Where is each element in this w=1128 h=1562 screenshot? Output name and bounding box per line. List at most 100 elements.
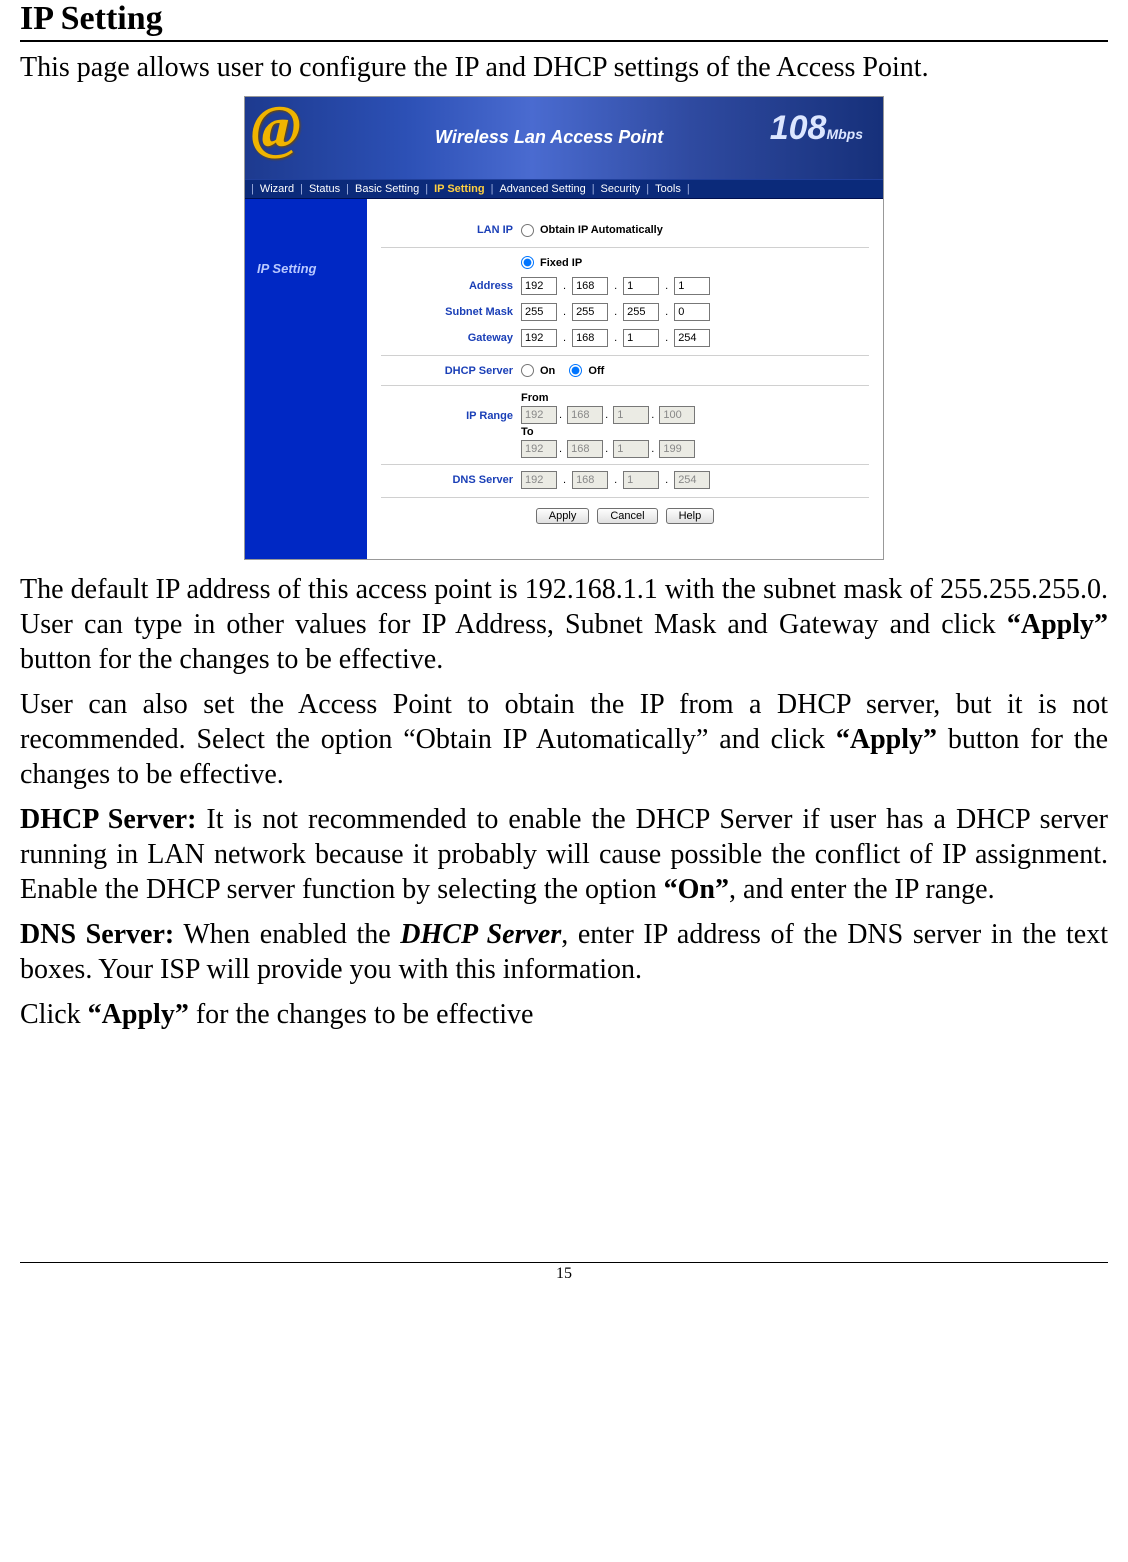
from-oct4: [659, 406, 695, 424]
fixed-ip-label: Fixed IP: [540, 257, 582, 269]
p5b: “Apply”: [88, 999, 189, 1030]
config-screenshot: @ Wireless Lan Access Point 108Mbps | Wi…: [244, 96, 884, 560]
banner: @ Wireless Lan Access Point 108Mbps: [245, 97, 883, 179]
subnet-oct1[interactable]: [521, 303, 557, 321]
p4a: DNS Server:: [20, 919, 174, 950]
paragraph-4: DNS Server: When enabled the DHCP Server…: [20, 917, 1108, 987]
nav-sep: |: [300, 183, 303, 195]
address-label: Address: [381, 280, 521, 292]
nav-status[interactable]: Status: [307, 183, 342, 195]
paragraph-5: Click “Apply” for the changes to be effe…: [20, 997, 1108, 1032]
from-oct1: [521, 406, 557, 424]
paragraph-1: The default IP address of this access po…: [20, 572, 1108, 677]
row-gateway: Gateway . . .: [381, 325, 869, 351]
nav-sep: |: [346, 183, 349, 195]
subnet-label: Subnet Mask: [381, 306, 521, 318]
to-oct3: [613, 440, 649, 458]
address-oct1[interactable]: [521, 277, 557, 295]
sidebar-title: IP Setting: [245, 261, 367, 276]
page-title: IP Setting: [20, 0, 1108, 42]
dns-oct2: [572, 471, 608, 489]
address-oct2[interactable]: [572, 277, 608, 295]
dns-oct4: [674, 471, 710, 489]
paragraph-3: DHCP Server: It is not recommended to en…: [20, 802, 1108, 907]
banner-speed: 108Mbps: [770, 109, 863, 148]
form-panel: LAN IP Obtain IP Automatically Fixed IP …: [367, 199, 883, 559]
row-lan-ip: LAN IP Obtain IP Automatically: [381, 217, 869, 243]
nav-sep: |: [687, 183, 690, 195]
obtain-ip-radio[interactable]: [521, 224, 534, 237]
subnet-oct2[interactable]: [572, 303, 608, 321]
address-oct3[interactable]: [623, 277, 659, 295]
lan-ip-label: LAN IP: [381, 224, 521, 236]
nav-security[interactable]: Security: [599, 183, 643, 195]
subnet-oct3[interactable]: [623, 303, 659, 321]
p3d: , and enter the IP range.: [729, 874, 995, 905]
gateway-oct4[interactable]: [674, 329, 710, 347]
fixed-ip-radio[interactable]: [521, 256, 534, 269]
dhcp-off-radio[interactable]: [569, 364, 582, 377]
from-oct2: [567, 406, 603, 424]
nav-ip-setting[interactable]: IP Setting: [432, 183, 487, 195]
nav-tools[interactable]: Tools: [653, 183, 683, 195]
row-dhcp: DHCP Server On Off: [381, 355, 869, 381]
banner-product-text: Wireless Lan Access Point: [435, 127, 663, 148]
p1a: The default IP address of this access po…: [20, 574, 1108, 640]
dns-label: DNS Server: [381, 474, 521, 486]
dhcp-on-label: On: [540, 365, 555, 377]
dns-oct1: [521, 471, 557, 489]
to-oct1: [521, 440, 557, 458]
nav-sep: |: [592, 183, 595, 195]
intro-text: This page allows user to configure the I…: [20, 52, 1108, 84]
nav-basic-setting[interactable]: Basic Setting: [353, 183, 421, 195]
dhcp-on-radio[interactable]: [521, 364, 534, 377]
to-label: To: [521, 426, 869, 438]
page-number: 15: [20, 1263, 1108, 1283]
to-oct4: [659, 440, 695, 458]
speed-number: 108: [770, 109, 827, 147]
content-area: IP Setting LAN IP Obtain IP Automaticall…: [245, 199, 883, 559]
row-address: Address . . .: [381, 273, 869, 299]
address-oct4[interactable]: [674, 277, 710, 295]
row-subnet: Subnet Mask . . .: [381, 299, 869, 325]
help-button[interactable]: Help: [666, 508, 715, 524]
p4c: DHCP Server: [400, 919, 561, 950]
sidebar: IP Setting: [245, 199, 367, 559]
obtain-ip-label: Obtain IP Automatically: [540, 224, 663, 236]
nav-bar: | Wizard | Status | Basic Setting | IP S…: [245, 179, 883, 199]
subnet-oct4[interactable]: [674, 303, 710, 321]
from-oct3: [613, 406, 649, 424]
gateway-oct3[interactable]: [623, 329, 659, 347]
button-row: Apply Cancel Help: [381, 497, 869, 526]
dhcp-label: DHCP Server: [381, 365, 521, 377]
row-iprange: IP Range From . . . To . . .: [381, 385, 869, 460]
dns-oct3: [623, 471, 659, 489]
gateway-oct1[interactable]: [521, 329, 557, 347]
row-fixed-ip: Fixed IP: [381, 247, 869, 273]
row-dns: DNS Server . . .: [381, 464, 869, 491]
nav-sep: |: [425, 183, 428, 195]
nav-sep: |: [251, 183, 254, 195]
p5a: Click: [20, 999, 88, 1030]
to-oct2: [567, 440, 603, 458]
p3a: DHCP Server:: [20, 804, 196, 835]
apply-button[interactable]: Apply: [536, 508, 590, 524]
at-logo-icon: @: [251, 97, 301, 162]
nav-sep: |: [646, 183, 649, 195]
p4b: When enabled the: [174, 919, 400, 950]
nav-advanced-setting[interactable]: Advanced Setting: [497, 183, 587, 195]
cancel-button[interactable]: Cancel: [597, 508, 657, 524]
speed-unit: Mbps: [826, 126, 863, 142]
p5c: for the changes to be effective: [189, 999, 534, 1030]
dhcp-off-label: Off: [588, 365, 604, 377]
paragraph-2: User can also set the Access Point to ob…: [20, 687, 1108, 792]
p2b: “Apply”: [836, 724, 937, 755]
nav-wizard[interactable]: Wizard: [258, 183, 296, 195]
p3c: “On”: [664, 874, 729, 905]
from-label: From: [521, 392, 869, 404]
p1c: button for the changes to be effective.: [20, 644, 443, 675]
gateway-label: Gateway: [381, 332, 521, 344]
iprange-label: IP Range: [381, 392, 521, 422]
nav-sep: |: [491, 183, 494, 195]
gateway-oct2[interactable]: [572, 329, 608, 347]
